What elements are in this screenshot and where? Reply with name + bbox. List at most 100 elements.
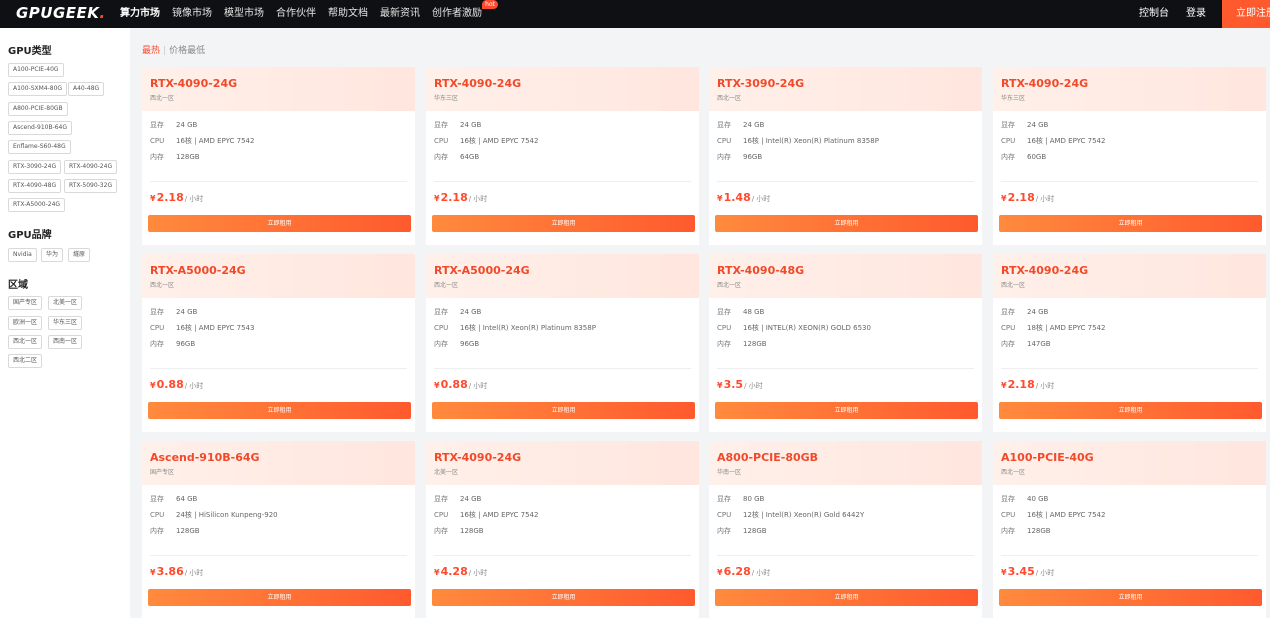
spec-cpu-value: 16核 | AMD EPYC 7542 (460, 511, 539, 519)
gpu-card[interactable]: A800-PCIE-80GB 华南一区 显存 80 GB CPU 12核 | Intel(… (709, 441, 982, 618)
filter-tag-region[interactable]: 国产专区 (8, 296, 43, 310)
spec-cpu-value: 16核 | Intel(R) Xeon(R) Platinum 8358P (743, 137, 879, 145)
filter-tag-gpu-type[interactable]: Ascend-910B-64G (8, 121, 73, 135)
sort-bar: 最热 | 价格最低 (142, 43, 205, 56)
price-value: 2.18 (1007, 191, 1035, 204)
spec-cpu-label: CPU (150, 137, 165, 145)
price-value: 2.18 (1007, 378, 1035, 391)
gpu-region: 华东三区 (1001, 95, 1026, 102)
spec-vram-label: 显存 (150, 121, 164, 129)
gpu-card[interactable]: RTX-3090-24G 西北一区 显存 24 GB CPU 16核 | Intel(R)… (709, 67, 982, 245)
gpu-name: RTX-4090-24G (434, 77, 522, 90)
filter-tag-brand[interactable]: Nvidia (8, 248, 37, 262)
nav-partners[interactable]: 合作伙伴 (276, 0, 316, 28)
gpu-type-title: GPU类型 (8, 46, 52, 57)
nav-docs[interactable]: 帮助文档 (328, 0, 368, 28)
gpu-card[interactable]: RTX-4090-24G 西北一区 显存 24 GB CPU 16核 | AMD EPYC… (142, 67, 415, 245)
rent-now-button[interactable]: 立即租用 (148, 402, 411, 419)
register-button[interactable]: 立即注册 (1222, 0, 1270, 28)
sort-hottest[interactable]: 最热 (142, 46, 160, 56)
console-link[interactable]: 控制台 (1139, 0, 1169, 28)
spec-cpu: CPU 16核 | Intel(R) Xeon(R) Platinum 8358P (717, 136, 879, 146)
price: ¥2.18/ 小时 (1001, 191, 1054, 204)
rent-now-button[interactable]: 立即租用 (432, 402, 695, 419)
rent-now-button[interactable]: 立即租用 (148, 589, 411, 606)
card-header: RTX-A5000-24G 西北一区 (426, 254, 699, 298)
gpu-card[interactable]: RTX-4090-48G 西北一区 显存 48 GB CPU 16核 | INTEL(R)… (709, 254, 982, 432)
filter-tag-gpu-type[interactable]: RTX-4090-24G (64, 160, 118, 174)
filter-tag-gpu-type[interactable]: RTX-5090-32G (64, 179, 118, 193)
filter-tag-gpu-type[interactable]: RTX-3090-24G (8, 160, 62, 174)
gpu-card[interactable]: RTX-4090-24G 西北一区 显存 24 GB CPU 18核 | AMD EPYC… (993, 254, 1266, 432)
spec-cpu: CPU 18核 | AMD EPYC 7542 (1001, 323, 1105, 333)
filter-tag-gpu-type[interactable]: A100-SXM4-80G (8, 82, 68, 96)
filter-tag-brand[interactable]: 华为 (41, 248, 64, 262)
filter-tag-gpu-type[interactable]: A800-PCIE-80GB (8, 102, 68, 116)
gpu-card[interactable]: RTX-4090-24G 北美一区 显存 24 GB CPU 16核 | AMD EPYC… (426, 441, 699, 618)
nav-model-market[interactable]: 模型市场 (224, 0, 264, 28)
price-unit: / 小时 (468, 195, 488, 203)
filter-tag-gpu-type[interactable]: Enflame-S60-48G (8, 140, 71, 154)
gpu-card[interactable]: RTX-4090-24G 华东三区 显存 24 GB CPU 16核 | AMD EPYC… (426, 67, 699, 245)
filter-tag-brand[interactable]: 燧原 (68, 248, 91, 262)
spec-cpu: CPU 16核 | INTEL(R) XEON(R) GOLD 6530 (717, 323, 871, 333)
price: ¥2.18/ 小时 (1001, 378, 1054, 391)
rent-now-button[interactable]: 立即租用 (148, 215, 411, 232)
filter-tag-region[interactable]: 西北一区 (8, 335, 43, 349)
card-divider (717, 368, 974, 369)
price-currency: ¥ (717, 194, 723, 203)
gpu-card[interactable]: A100-PCIE-40G 西北一区 显存 40 GB CPU 16核 | AMD EPY… (993, 441, 1266, 618)
spec-mem-label: 内存 (150, 527, 164, 535)
spec-cpu: CPU 16核 | Intel(R) Xeon(R) Platinum 8358P (434, 323, 596, 333)
spec-cpu: CPU 16核 | AMD EPYC 7542 (1001, 136, 1105, 146)
nav-compute-market[interactable]: 算力市场 (120, 0, 160, 28)
gpu-card[interactable]: RTX-A5000-24G 西北一区显存 24 GB CPU 16核 | Intel(R… (426, 254, 699, 432)
filter-tag-region[interactable]: 北美一区 (48, 296, 83, 310)
rent-now-button[interactable]: 立即租用 (715, 402, 978, 419)
gpu-region: 华南一区 (717, 469, 742, 476)
filter-tag-gpu-type[interactable]: A100-PCIE-40G (8, 63, 64, 77)
nav-creator-incentive[interactable]: 创作者激励 hot (432, 0, 498, 28)
price-value: 3.86 (156, 565, 184, 578)
spec-mem: 内存 128GB (434, 526, 484, 536)
spec-cpu-label: CPU (717, 324, 732, 332)
login-link[interactable]: 登录 (1186, 0, 1206, 28)
spec-mem-value: 128GB (743, 527, 767, 535)
rent-now-button[interactable]: 立即租用 (715, 215, 978, 232)
price: ¥0.88/ 小时 (434, 378, 487, 391)
spec-mem: 内存 128GB (717, 526, 767, 536)
spec-vram: 显存 80 GB (717, 494, 764, 504)
spec-vram: 显存 24 GB (1001, 120, 1048, 130)
filter-tag-region[interactable]: 华东三区 (48, 316, 83, 330)
gpu-card[interactable]: Ascend-910B-64G 国产专区 显存 64 GB CPU 24核 | HiSil… (142, 441, 415, 618)
gpu-card[interactable]: RTX-4090-24G 华东三区 显存 24 GB CPU 16核 | AMD EPYC… (993, 67, 1266, 245)
filter-tag-gpu-type[interactable]: RTX-A5000-24G (8, 198, 66, 212)
gpugeek-logo[interactable]: GPUGEEK. (16, 4, 106, 22)
nav-news[interactable]: 最新资讯 (380, 0, 420, 28)
rent-now-button[interactable]: 立即租用 (999, 215, 1262, 232)
rent-now-button[interactable]: 立即租用 (999, 589, 1262, 606)
nav-image-market[interactable]: 镜像市场 (172, 0, 212, 28)
gpu-name: RTX-4090-48G (717, 264, 805, 277)
card-header: RTX-4090-24G 西北一区 (142, 67, 415, 111)
price-unit: / 小时 (751, 195, 771, 203)
spec-vram-label: 显存 (717, 308, 731, 316)
spec-vram: 显存 24 GB (434, 307, 481, 317)
filter-tag-gpu-type[interactable]: A40-48G (68, 82, 105, 96)
gpu-region: 国产专区 (150, 469, 175, 476)
rent-now-button[interactable]: 立即租用 (715, 589, 978, 606)
price: ¥2.18/ 小时 (434, 191, 487, 204)
spec-vram-label: 显存 (434, 121, 448, 129)
filter-tag-region[interactable]: 西北二区 (8, 354, 43, 368)
card-header: A800-PCIE-80GB 华南一区 (709, 441, 982, 485)
rent-now-button[interactable]: 立即租用 (432, 589, 695, 606)
filter-tag-region[interactable]: 欧洲一区 (8, 316, 43, 330)
sort-lowest-price[interactable]: 价格最低 (169, 46, 205, 56)
spec-mem-value: 64GB (460, 153, 480, 161)
rent-now-button[interactable]: 立即租用 (432, 215, 695, 232)
filter-tag-region[interactable]: 西南一区 (48, 335, 83, 349)
rent-now-button[interactable]: 立即租用 (999, 402, 1262, 419)
gpu-card[interactable]: RTX-A5000-24G 西北一区 显存 24 GB CPU 16核 | AMD EPY… (142, 254, 415, 432)
filter-tag-gpu-type[interactable]: RTX-4090-48G (8, 179, 62, 193)
spec-mem-value: 60GB (1027, 153, 1047, 161)
